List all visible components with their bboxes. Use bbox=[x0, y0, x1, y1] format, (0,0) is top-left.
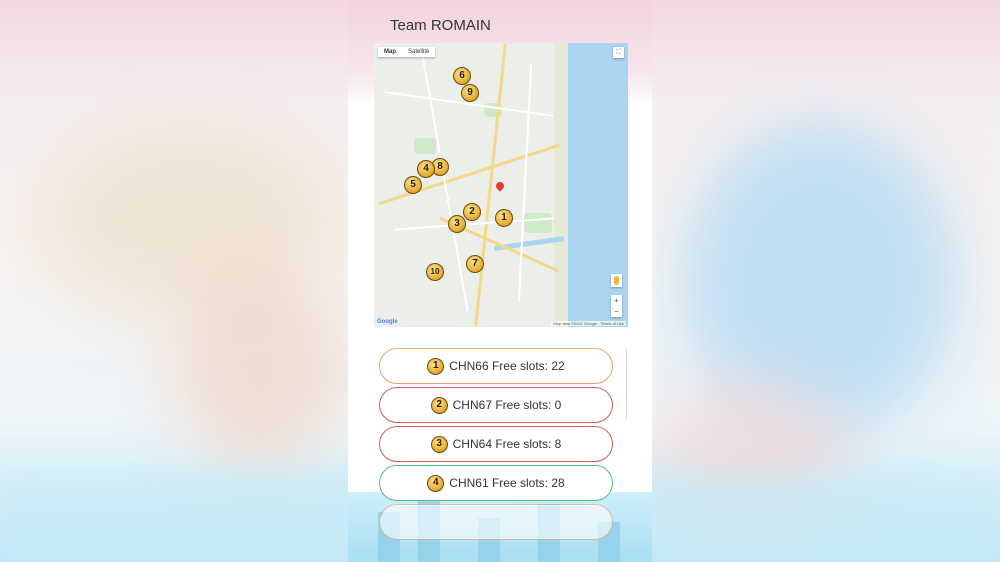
tab-map[interactable]: Map bbox=[378, 47, 402, 57]
map-road bbox=[378, 143, 560, 206]
slot-number-badge: 3 bbox=[430, 435, 448, 453]
zoom-in-button[interactable]: + bbox=[611, 295, 622, 306]
slot-label: CHN61 Free slots: 28 bbox=[449, 476, 565, 490]
fullscreen-button[interactable]: ⛶ bbox=[613, 47, 624, 58]
slot-label: CHN66 Free slots: 22 bbox=[449, 359, 565, 373]
map-marker-6[interactable]: 6 bbox=[453, 67, 471, 85]
map-marker-2[interactable]: 2 bbox=[463, 203, 481, 221]
google-logo: Google bbox=[377, 319, 398, 325]
map-marker-10[interactable]: 10 bbox=[426, 263, 444, 281]
mobile-app-screen: Team ROMAIN Map Satellite ⛶ + − Google M… bbox=[348, 0, 652, 562]
map-type-tabs: Map Satellite bbox=[378, 47, 436, 57]
slot-button-chn66[interactable]: 1 CHN66 Free slots: 22 bbox=[379, 348, 613, 384]
page-title: Team ROMAIN bbox=[390, 17, 491, 34]
map-marker-9[interactable]: 9 bbox=[461, 84, 479, 102]
map-marker-7[interactable]: 7 bbox=[466, 255, 484, 273]
map-coast bbox=[554, 43, 568, 327]
tab-satellite[interactable]: Satellite bbox=[402, 47, 435, 57]
map-attribution: Map data ©2021 Google · Terms of Use bbox=[551, 321, 626, 326]
slot-button-chn67[interactable]: 2 CHN67 Free slots: 0 bbox=[379, 387, 613, 423]
slot-label: CHN64 Free slots: 8 bbox=[452, 437, 562, 451]
slot-button-chn64[interactable]: 3 CHN64 Free slots: 8 bbox=[379, 426, 613, 462]
map-marker-1[interactable]: 1 bbox=[495, 209, 513, 227]
map-view[interactable]: Map Satellite ⛶ + − Google Map data ©202… bbox=[374, 43, 628, 327]
map-marker-5[interactable]: 5 bbox=[404, 176, 422, 194]
slot-label: CHN67 Free slots: 0 bbox=[452, 398, 562, 412]
zoom-out-button[interactable]: − bbox=[611, 306, 622, 317]
scroll-divider bbox=[626, 348, 627, 420]
map-park bbox=[524, 213, 552, 233]
street-view-pegman-icon[interactable] bbox=[611, 274, 622, 287]
current-location-pin-icon[interactable] bbox=[494, 180, 506, 192]
slot-number-badge: 1 bbox=[427, 357, 445, 375]
slot-button-chn61[interactable]: 4 CHN61 Free slots: 28 bbox=[379, 465, 613, 501]
slot-number-badge: 4 bbox=[427, 474, 445, 492]
background-blur bbox=[170, 270, 350, 470]
map-park bbox=[414, 138, 436, 154]
slot-button-partial[interactable] bbox=[379, 504, 613, 540]
zoom-controls: + − bbox=[611, 295, 622, 317]
map-marker-3[interactable]: 3 bbox=[448, 215, 466, 233]
slot-number-badge: 2 bbox=[430, 396, 448, 414]
map-marker-4[interactable]: 4 bbox=[417, 160, 435, 178]
map-road bbox=[517, 63, 533, 303]
